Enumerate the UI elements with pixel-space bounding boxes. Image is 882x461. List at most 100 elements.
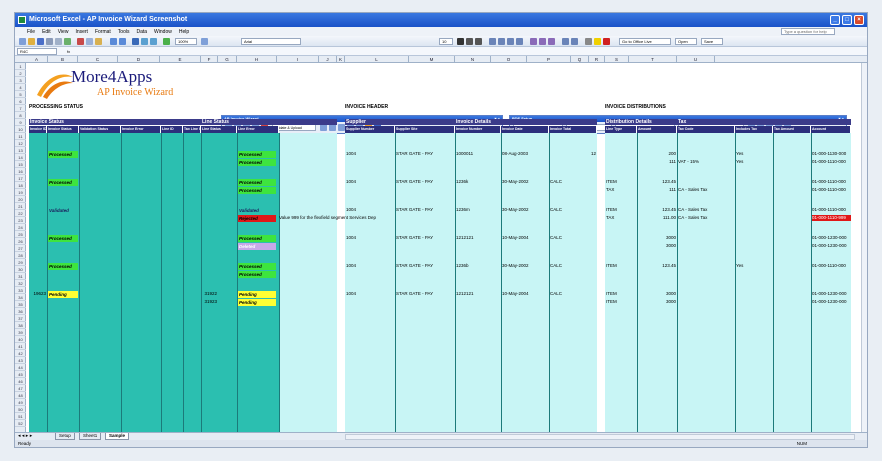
row-header-8[interactable]: 8 — [15, 112, 26, 119]
menu-edit[interactable]: Edit — [42, 29, 51, 35]
menu-window[interactable]: Window — [154, 29, 172, 35]
column-header-h[interactable]: H — [237, 56, 277, 63]
row-header-44[interactable]: 44 — [15, 364, 26, 371]
column-header-u[interactable]: U — [677, 56, 715, 63]
row-header-13[interactable]: 13 — [15, 147, 26, 154]
column-header-o[interactable]: O — [491, 56, 527, 63]
redo-icon[interactable] — [119, 38, 126, 45]
row-header-46[interactable]: 46 — [15, 378, 26, 385]
sheet-tab-sheet1[interactable]: Sheet1 — [79, 433, 102, 440]
undo-icon[interactable] — [110, 38, 117, 45]
preview-icon[interactable] — [55, 38, 62, 45]
bold-icon[interactable] — [457, 38, 464, 45]
row-header-22[interactable]: 22 — [15, 210, 26, 217]
row-header-17[interactable]: 17 — [15, 175, 26, 182]
row-header-14[interactable]: 14 — [15, 154, 26, 161]
ask-question-input[interactable]: Type a question for help — [781, 28, 835, 35]
help-icon[interactable] — [201, 38, 208, 45]
spelling-icon[interactable] — [64, 38, 71, 45]
minimize-icon[interactable]: _ — [830, 15, 840, 25]
row-header-39[interactable]: 39 — [15, 329, 26, 336]
menu-view[interactable]: View — [58, 29, 69, 35]
row-header-49[interactable]: 49 — [15, 399, 26, 406]
row-header-52[interactable]: 52 — [15, 420, 26, 427]
row-header-33[interactable]: 33 — [15, 287, 26, 294]
row-header-9[interactable]: 9 — [15, 119, 26, 126]
row-header-27[interactable]: 27 — [15, 245, 26, 252]
comma-icon[interactable] — [548, 38, 555, 45]
row-header-7[interactable]: 7 — [15, 105, 26, 112]
row-header-30[interactable]: 30 — [15, 266, 26, 273]
merge-icon[interactable] — [516, 38, 523, 45]
row-header-38[interactable]: 38 — [15, 322, 26, 329]
row-header-3[interactable]: 3 — [15, 77, 26, 84]
wizard-icon-7[interactable] — [338, 124, 345, 131]
column-header-i[interactable]: I — [277, 56, 319, 63]
font-select[interactable]: Arial — [241, 38, 301, 45]
row-header-4[interactable]: 4 — [15, 84, 26, 91]
row-header-6[interactable]: 6 — [15, 98, 26, 105]
row-header-21[interactable]: 21 — [15, 203, 26, 210]
menu-tools[interactable]: Tools — [118, 29, 130, 35]
row-header-50[interactable]: 50 — [15, 406, 26, 413]
menu-data[interactable]: Data — [136, 29, 147, 35]
row-header-31[interactable]: 31 — [15, 273, 26, 280]
column-header-m[interactable]: M — [409, 56, 455, 63]
menu-help[interactable]: Help — [179, 29, 189, 35]
column-header-j[interactable]: J — [319, 56, 337, 63]
row-header-37[interactable]: 37 — [15, 315, 26, 322]
open-icon[interactable] — [28, 38, 35, 45]
column-header-p[interactable]: P — [527, 56, 571, 63]
column-header-s[interactable]: S — [605, 56, 629, 63]
column-header-t[interactable]: T — [629, 56, 677, 63]
zoom-select[interactable]: 100% — [175, 38, 197, 45]
row-header-45[interactable]: 45 — [15, 371, 26, 378]
fx-icon[interactable]: fx — [67, 48, 87, 55]
font-color-icon[interactable] — [603, 38, 610, 45]
row-header-12[interactable]: 12 — [15, 140, 26, 147]
indent-icon[interactable] — [562, 38, 569, 45]
row-header-35[interactable]: 35 — [15, 301, 26, 308]
close-icon[interactable]: × — [854, 15, 864, 25]
name-box[interactable]: R4C — [17, 48, 57, 55]
column-header-f[interactable]: F — [201, 56, 218, 63]
vertical-scrollbar[interactable] — [861, 63, 867, 432]
wizard-icon-6[interactable] — [329, 124, 336, 131]
column-header-e[interactable]: E — [160, 56, 201, 63]
row-header-5[interactable]: 5 — [15, 91, 26, 98]
menu-file[interactable]: File — [27, 29, 35, 35]
row-header-36[interactable]: 36 — [15, 308, 26, 315]
column-header-d[interactable]: D — [118, 56, 160, 63]
row-header-47[interactable]: 47 — [15, 385, 26, 392]
outdent-icon[interactable] — [571, 38, 578, 45]
copy-icon[interactable] — [86, 38, 93, 45]
align-left-icon[interactable] — [489, 38, 496, 45]
print-icon[interactable] — [46, 38, 53, 45]
chart-icon[interactable] — [163, 38, 170, 45]
column-header-n[interactable]: N — [455, 56, 491, 63]
row-header-32[interactable]: 32 — [15, 280, 26, 287]
borders-icon[interactable] — [585, 38, 592, 45]
column-header-r[interactable]: R — [589, 56, 605, 63]
maximize-icon[interactable]: □ — [842, 15, 852, 25]
row-header-28[interactable]: 28 — [15, 252, 26, 259]
row-header-18[interactable]: 18 — [15, 182, 26, 189]
menu-insert[interactable]: Insert — [75, 29, 88, 35]
fill-color-icon[interactable] — [594, 38, 601, 45]
currency-icon[interactable] — [530, 38, 537, 45]
autosum-icon[interactable] — [132, 38, 139, 45]
menu-format[interactable]: Format — [95, 29, 111, 35]
font-size-select[interactable]: 10 — [439, 38, 453, 45]
align-center-icon[interactable] — [498, 38, 505, 45]
paste-icon[interactable] — [95, 38, 102, 45]
underline-icon[interactable] — [475, 38, 482, 45]
row-header-48[interactable]: 48 — [15, 392, 26, 399]
row-header-16[interactable]: 16 — [15, 168, 26, 175]
italic-icon[interactable] — [466, 38, 473, 45]
column-header-c[interactable]: C — [78, 56, 118, 63]
sort-icon[interactable] — [141, 38, 148, 45]
column-header-k[interactable]: K — [337, 56, 345, 63]
row-header-34[interactable]: 34 — [15, 294, 26, 301]
column-header-l[interactable]: L — [345, 56, 409, 63]
row-header-11[interactable]: 11 — [15, 133, 26, 140]
